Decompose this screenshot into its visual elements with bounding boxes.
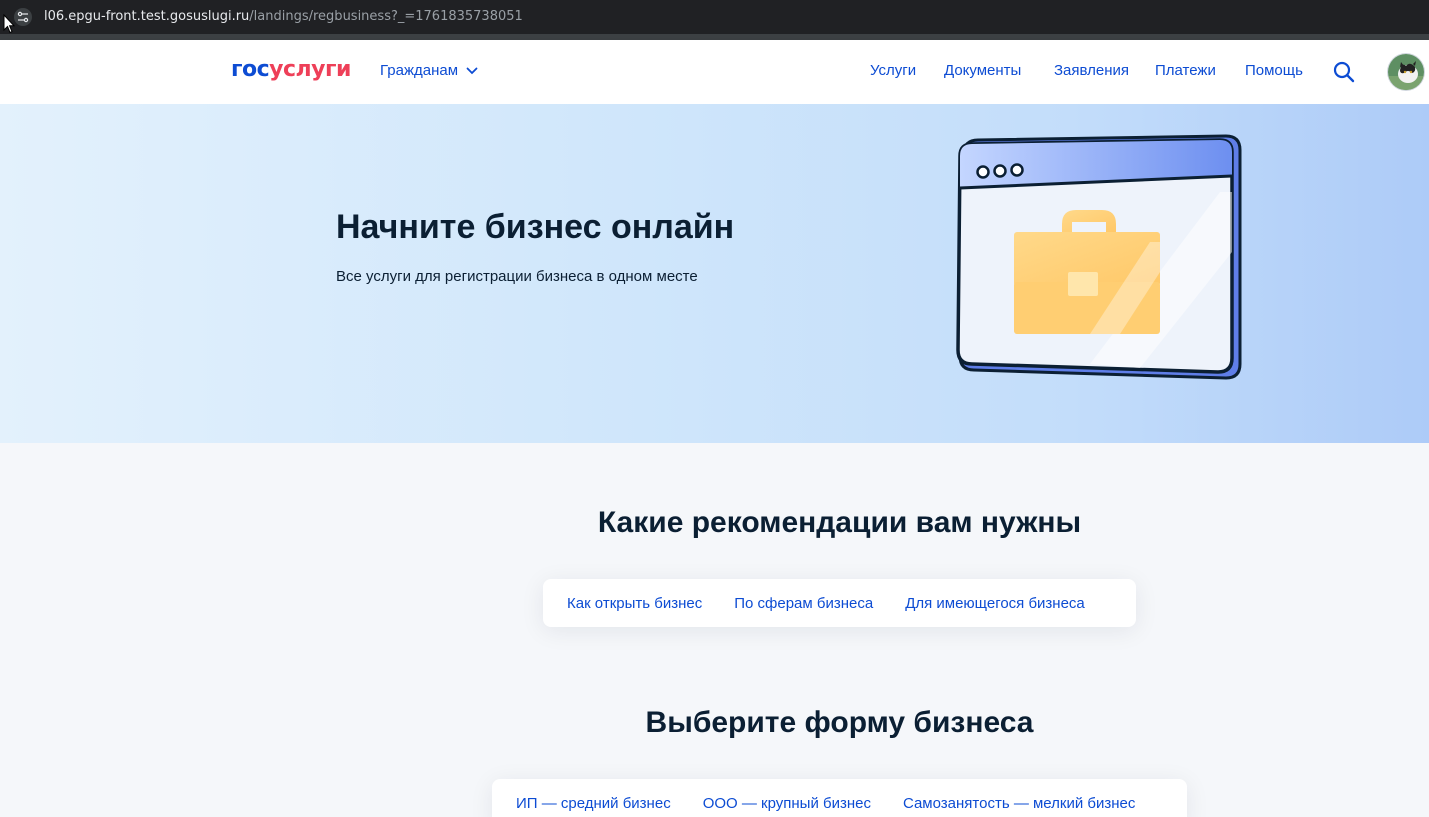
address-url[interactable]: l06.epgu-front.test.gosuslugi.ru/landing… [44,9,523,25]
audience-label: Гражданам [380,62,459,79]
user-avatar[interactable] [1388,54,1424,90]
tab-self-employed[interactable]: Самозанятость — мелкий бизнес [903,795,1135,812]
site-info-icon[interactable] [13,8,33,26]
nav-documents[interactable]: Документы [944,62,1021,79]
tab-ip[interactable]: ИП — средний бизнес [516,795,671,812]
hero-subtitle: Все услуги для регистрации бизнеса в одн… [336,268,698,285]
tab-ooo[interactable]: ООО — крупный бизнес [703,795,871,812]
audience-dropdown[interactable]: Гражданам [380,62,478,79]
nav-help[interactable]: Помощь [1245,62,1303,79]
nav-payments[interactable]: Платежи [1155,62,1216,79]
gosuslugi-logo[interactable]: госуслуги [231,57,351,82]
url-path: /landings/regbusiness?_=1761835738051 [249,9,523,24]
tab-by-sphere[interactable]: По сферам бизнеса [734,595,873,612]
nav-applications[interactable]: Заявления [1054,62,1129,79]
hero-banner: Начните бизнес онлайн Все услуги для рег… [0,104,1429,443]
mouse-cursor-icon [3,14,15,34]
recommendations-title: Какие рекомендации вам нужны [597,506,1082,539]
site-header: госуслуги Гражданам Услуги Документы Зая… [0,40,1429,104]
logo-part-gos: гос [231,57,270,82]
briefcase-window-illustration [956,134,1242,380]
nav-services[interactable]: Услуги [870,62,916,79]
url-host: l06.epgu-front.test.gosuslugi.ru [44,9,250,24]
recommendations-tabs: Как открыть бизнес По сферам бизнеса Для… [543,579,1136,627]
logo-part-uslugi: услуги [269,57,351,82]
tab-how-to-open[interactable]: Как открыть бизнес [567,595,702,612]
hero-title: Начните бизнес онлайн [336,208,735,246]
search-icon[interactable] [1332,60,1356,84]
business-form-title: Выберите форму бизнеса [645,706,1034,739]
chevron-down-icon [466,67,478,74]
tab-existing-business[interactable]: Для имеющегося бизнеса [905,595,1085,612]
browser-address-bar: l06.epgu-front.test.gosuslugi.ru/landing… [0,0,1429,34]
business-form-tabs: ИП — средний бизнес ООО — крупный бизнес… [492,779,1187,817]
